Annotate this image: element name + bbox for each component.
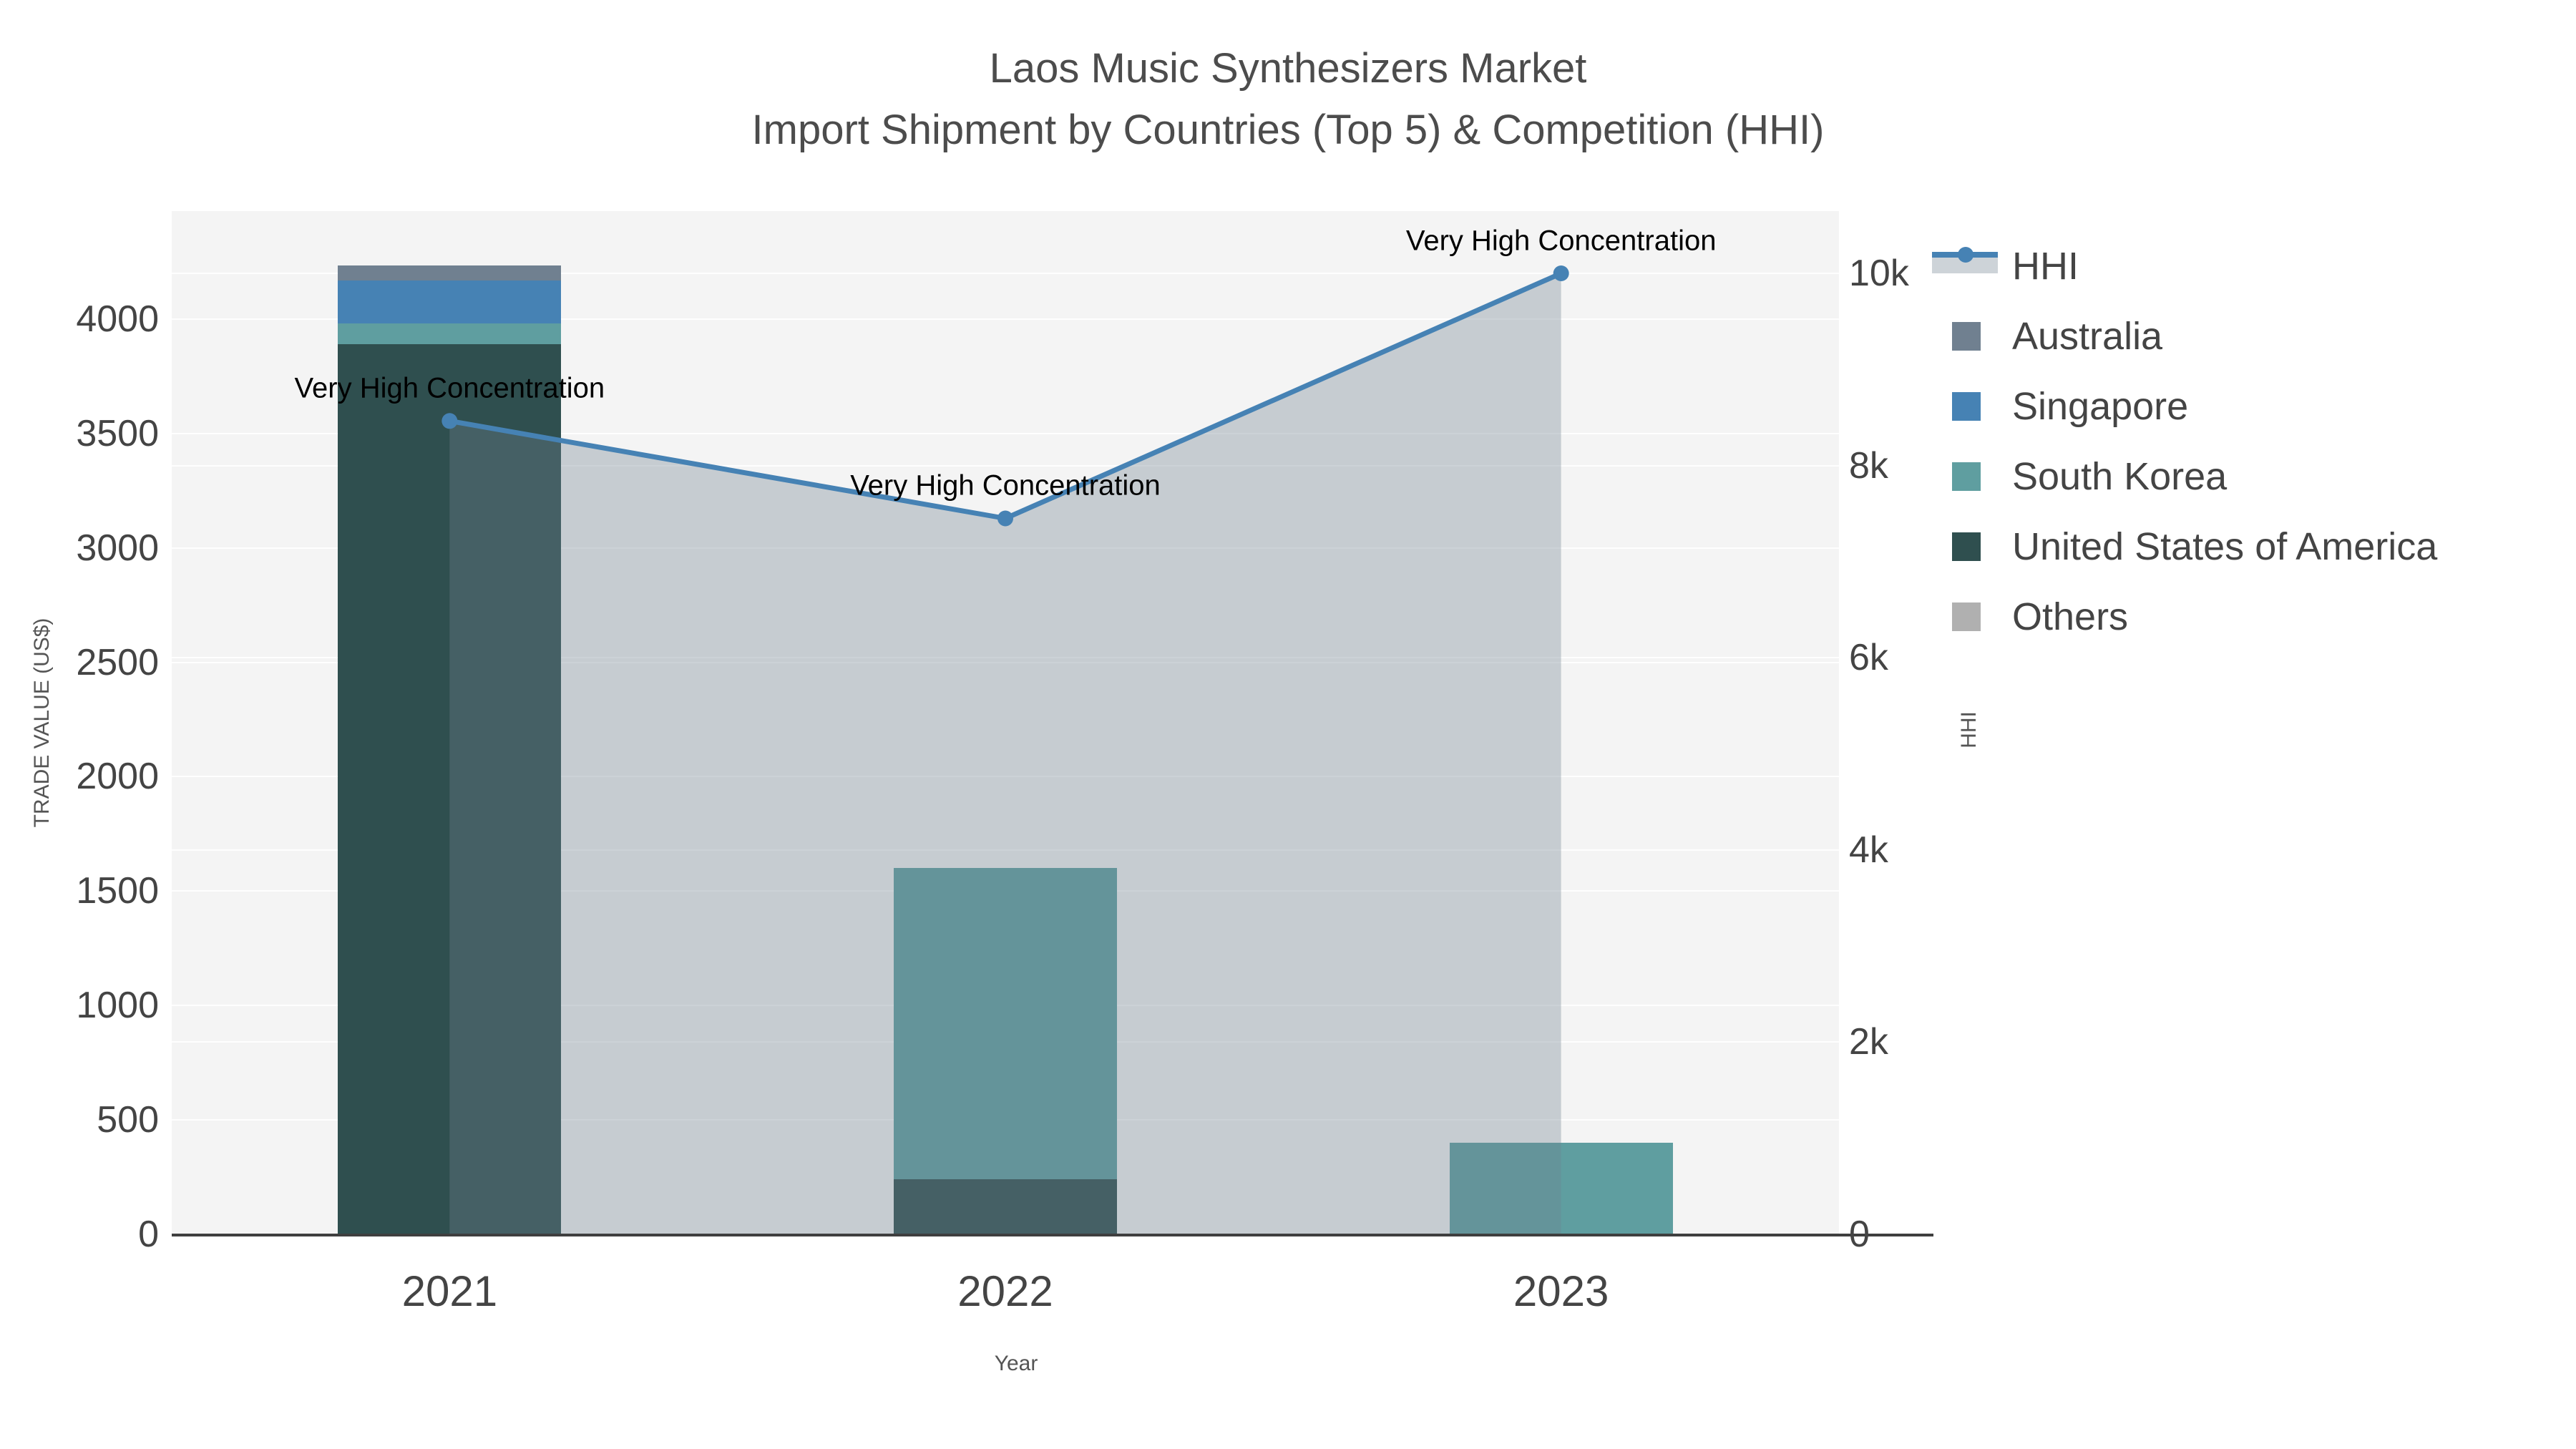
legend-label: Australia bbox=[2012, 315, 2163, 358]
legend-label: Others bbox=[2012, 595, 2129, 638]
x-tick-2023: 2023 bbox=[1513, 1267, 1609, 1315]
hhi-line-icon bbox=[1932, 245, 2004, 288]
y-axis-left-title: TRADE VALUE (US$) bbox=[30, 618, 54, 828]
hhi-marker-2022[interactable] bbox=[997, 510, 1013, 527]
x-axis-line bbox=[172, 1234, 1933, 1236]
annotation-2022: Very High Concentration bbox=[850, 469, 1161, 502]
legend: HHI Australia Singapore South Korea United S… bbox=[1932, 231, 2437, 652]
legend-item-hhi[interactable]: HHI bbox=[1932, 231, 2437, 301]
y-left-tick-3000: 3000 bbox=[76, 527, 159, 569]
chart-subtitle: Import Shipment by Countries (Top 5) & C… bbox=[751, 107, 1825, 153]
y-right-tick-4k: 4k bbox=[1849, 829, 1888, 871]
y-left-tick-1000: 1000 bbox=[76, 985, 159, 1027]
annotation-2021: Very High Concentration bbox=[294, 372, 605, 404]
x-tick-2022: 2022 bbox=[957, 1267, 1053, 1315]
y-left-tick-2000: 2000 bbox=[76, 756, 159, 798]
chart-title: Laos Music Synthesizers Market bbox=[989, 45, 1587, 92]
chart-canvas: Laos Music Synthesizers Market Import Sh… bbox=[0, 0, 2576, 1449]
y-left-tick-500: 500 bbox=[97, 1099, 159, 1141]
legend-item-south-korea[interactable]: South Korea bbox=[1932, 441, 2437, 512]
legend-item-united-states-of-america[interactable]: United States of America bbox=[1932, 512, 2437, 582]
legend-swatch-icon bbox=[1932, 595, 2004, 638]
y-left-tick-2500: 2500 bbox=[76, 641, 159, 683]
legend-item-others[interactable]: Others bbox=[1932, 582, 2437, 652]
y-right-tick-2k: 2k bbox=[1849, 1021, 1888, 1063]
plot-area: Very High Concentration Very High Concent… bbox=[172, 211, 1839, 1234]
legend-swatch-icon bbox=[1932, 385, 2004, 428]
hhi-area-fill bbox=[449, 273, 1561, 1234]
hhi-layer bbox=[441, 265, 1569, 1234]
legend-swatch-icon bbox=[1932, 455, 2004, 498]
legend-swatch-icon bbox=[1932, 315, 2004, 358]
y-left-tick-4000: 4000 bbox=[76, 298, 159, 340]
y-axis-right-title: HHI bbox=[1957, 711, 1981, 748]
legend-swatch-icon bbox=[1932, 525, 2004, 568]
legend-label: HHI bbox=[2012, 245, 2079, 288]
legend-label: Singapore bbox=[2012, 385, 2189, 428]
y-right-tick-0: 0 bbox=[1849, 1214, 1870, 1255]
annotation-2023: Very High Concentration bbox=[1405, 225, 1717, 257]
hhi-marker-2023[interactable] bbox=[1553, 265, 1569, 282]
y-left-tick-1500: 1500 bbox=[76, 870, 159, 912]
legend-item-australia[interactable]: Australia bbox=[1932, 301, 2437, 371]
hhi-marker-2021[interactable] bbox=[441, 413, 458, 429]
y-left-tick-0: 0 bbox=[138, 1214, 159, 1255]
legend-item-singapore[interactable]: Singapore bbox=[1932, 371, 2437, 441]
y-left-tick-3500: 3500 bbox=[76, 412, 159, 454]
legend-label: United States of America bbox=[2012, 525, 2438, 568]
legend-label: South Korea bbox=[2012, 455, 2228, 498]
x-tick-2021: 2021 bbox=[401, 1267, 498, 1315]
x-axis-title: Year bbox=[994, 1352, 1038, 1375]
